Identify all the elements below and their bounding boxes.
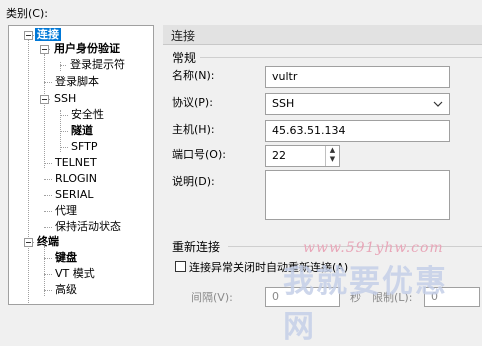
tree-item-label: 登录提示符 (70, 58, 125, 71)
panel-header: 连接 (163, 25, 482, 45)
limit-label: 限制(L): (372, 291, 413, 304)
tree-item-label: 安全性 (71, 108, 104, 121)
tree-item-sftp[interactable]: SFTP (69, 139, 99, 155)
auto-reconnect-checkbox[interactable] (175, 261, 186, 272)
tree-item-label: 终端 (37, 235, 59, 248)
spin-up-icon[interactable]: ▲ (326, 146, 339, 155)
tree-line (44, 227, 52, 228)
tree-item-label: SFTP (71, 140, 98, 153)
tree-item-label: 用户身份验证 (54, 42, 120, 55)
tree-item-telnet[interactable]: TELNET (53, 155, 99, 171)
interval-field[interactable]: 0 (265, 287, 340, 307)
tree-item-label: SERIAL (55, 188, 94, 201)
port-label: 端口号(O): (172, 148, 226, 161)
collapse-icon[interactable] (40, 95, 49, 104)
tree-item-advanced[interactable]: 高级 (53, 282, 79, 298)
tree-item-serial[interactable]: SERIAL (53, 187, 95, 203)
tree-item-keyboard[interactable]: 键盘 (53, 250, 79, 266)
tree-line (44, 211, 52, 212)
tree-item-label: VT 模式 (55, 267, 95, 280)
category-label: 类别(C): (6, 7, 48, 20)
name-label: 名称(N): (172, 69, 215, 82)
protocol-value: SSH (272, 97, 295, 110)
general-section-title: 常规 (172, 51, 197, 65)
section-divider (228, 246, 482, 247)
host-field[interactable]: 45.63.51.134 (265, 120, 450, 142)
tree-item-proxy[interactable]: 代理 (53, 203, 79, 219)
tree-item-label: 代理 (55, 204, 77, 217)
tree-line (44, 246, 45, 296)
tree-line (44, 290, 52, 291)
tree-line (44, 54, 45, 168)
tree-line (44, 274, 52, 275)
tree-item-tunnel[interactable]: 隧道 (69, 123, 95, 139)
name-field[interactable]: vultr (265, 66, 450, 88)
tree-item-security[interactable]: 安全性 (69, 107, 106, 123)
limit-field[interactable]: 0 (424, 287, 480, 307)
tree-line (60, 115, 68, 116)
section-divider (200, 57, 482, 58)
tree-item-label: 高级 (55, 283, 77, 296)
interval-label: 间隔(V): (191, 291, 233, 304)
reconnect-section-title: 重新连接 (172, 240, 221, 254)
tree-item-label: TELNET (55, 156, 97, 169)
host-label: 主机(H): (172, 123, 215, 136)
description-field[interactable] (265, 170, 450, 220)
tree-line (60, 147, 68, 148)
tree-item-terminal[interactable]: 终端 (35, 234, 61, 250)
spin-down-icon[interactable]: ▼ (326, 155, 339, 164)
tree-item-ssh[interactable]: SSH (52, 91, 78, 107)
protocol-label: 协议(P): (172, 96, 213, 109)
tree-item-vt-mode[interactable]: VT 模式 (53, 266, 97, 282)
collapse-icon[interactable] (24, 31, 33, 40)
auto-reconnect-label: 连接异常关闭时自动重新连接(A) (189, 261, 349, 274)
tree-item-label: 保持活动状态 (55, 220, 121, 233)
tree-line (44, 195, 52, 196)
tree-line (44, 163, 52, 164)
tree-item-label: 隧道 (71, 124, 93, 137)
tree-line (28, 38, 29, 303)
tree-item-rlogin[interactable]: RLOGIN (53, 171, 99, 187)
tree-item-label: RLOGIN (55, 172, 98, 185)
port-value: 22 (272, 149, 286, 162)
chevron-down-icon (433, 97, 443, 117)
tree-item-label: 连接 (35, 28, 61, 41)
tree-item-keepalive[interactable]: 保持活动状态 (53, 219, 123, 235)
category-tree[interactable]: 连接 用户身份验证 登录提示符 登录脚本 SSH 安全性 隧道 SFTP TEL… (8, 25, 154, 305)
description-label: 说明(D): (172, 175, 215, 188)
seconds-label: 秒 (350, 291, 361, 304)
collapse-icon[interactable] (24, 238, 33, 247)
protocol-select[interactable]: SSH (265, 93, 450, 115)
tree-item-label: 键盘 (55, 251, 77, 264)
port-spin-buttons[interactable]: ▲ ▼ (325, 146, 339, 166)
tree-line (60, 131, 68, 132)
tree-line (44, 179, 52, 180)
watermark-url: www.591yhw.com (303, 240, 444, 256)
tree-line (44, 82, 52, 83)
panel-header-title: 连接 (171, 29, 196, 43)
port-stepper[interactable]: 22 ▲ ▼ (265, 145, 340, 167)
tree-item-auth[interactable]: 用户身份验证 (52, 41, 122, 57)
collapse-icon[interactable] (40, 45, 49, 54)
tree-line (44, 258, 52, 259)
tree-item-login-prompt[interactable]: 登录提示符 (68, 57, 127, 73)
tree-line (60, 65, 66, 66)
tree-item-label: 登录脚本 (55, 75, 99, 88)
tree-item-label: SSH (54, 92, 77, 105)
tree-line (60, 62, 61, 71)
tree-item-login-script[interactable]: 登录脚本 (53, 74, 101, 90)
